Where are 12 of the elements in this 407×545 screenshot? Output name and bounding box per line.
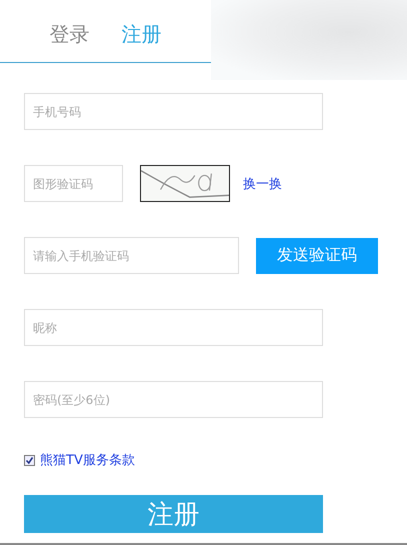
terms-link[interactable]: 熊猫TV服务条款	[40, 451, 135, 469]
register-button[interactable]: 注册	[24, 495, 323, 533]
refresh-link[interactable]: 换一换	[243, 174, 282, 192]
tab[interactable]: 登录	[50, 20, 90, 48]
checkbox[interactable]	[24, 454, 35, 466]
input-field[interactable]: 昵称	[24, 309, 323, 346]
tab[interactable]: 注册	[122, 20, 162, 48]
send-code-button[interactable]: 发送验证码	[256, 238, 378, 274]
input-field[interactable]: 手机号码	[24, 93, 323, 130]
input-field[interactable]: 图形验证码	[24, 165, 123, 202]
input-field[interactable]: 密码(至少6位)	[24, 381, 323, 418]
input-field[interactable]: 请输入手机验证码	[24, 237, 239, 274]
